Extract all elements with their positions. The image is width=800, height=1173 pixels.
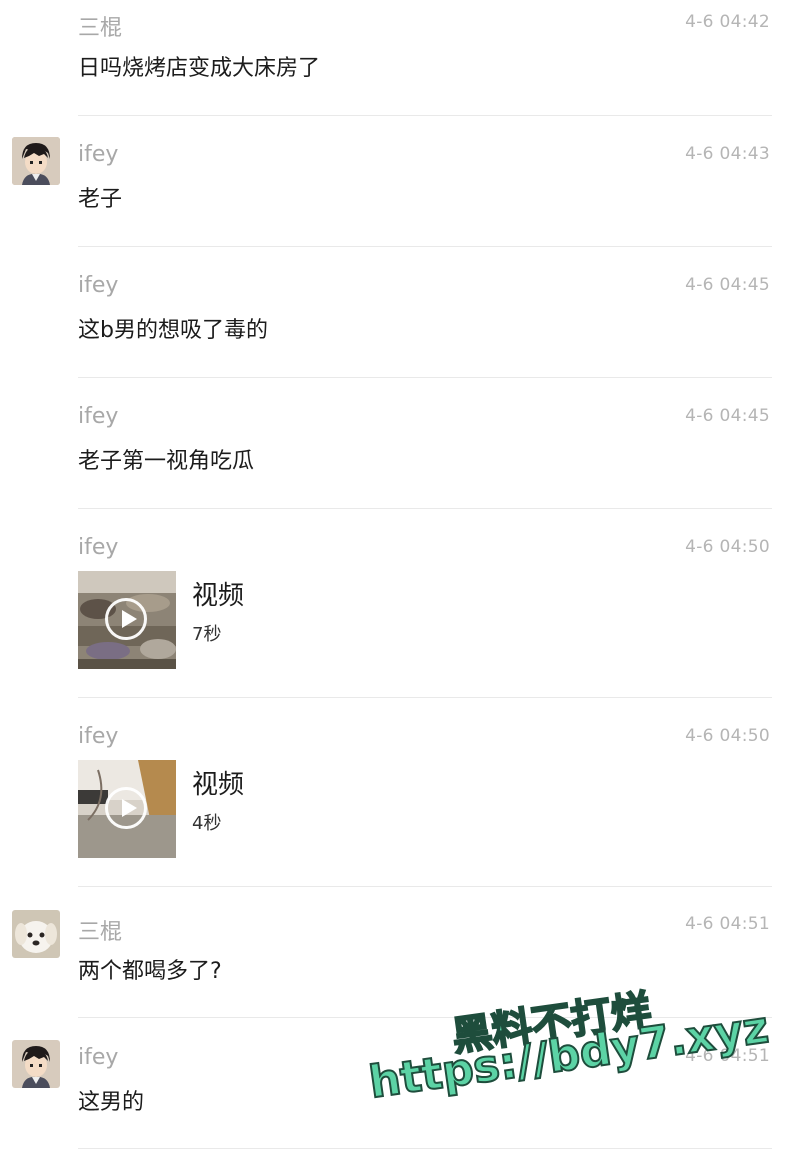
- sender-name[interactable]: ifey: [78, 1045, 118, 1070]
- video-title[interactable]: 视频: [192, 764, 244, 801]
- message-time: 4-6 04:45: [685, 406, 770, 426]
- message-time: 4-6 04:42: [685, 12, 770, 32]
- avatar[interactable]: [12, 910, 60, 958]
- video-duration: 4秒: [192, 813, 222, 834]
- video-duration: 7秒: [192, 624, 222, 645]
- divider: [78, 377, 772, 378]
- message-text[interactable]: 老子: [78, 181, 122, 213]
- avatar[interactable]: [12, 1040, 60, 1088]
- dog-avatar-icon: [12, 910, 60, 958]
- sender-name[interactable]: ifey: [78, 724, 118, 749]
- divider: [78, 697, 772, 698]
- sender-name[interactable]: 三棍: [78, 914, 122, 946]
- sender-name[interactable]: 三棍: [78, 10, 122, 42]
- message-text[interactable]: 日吗烧烤店变成大床房了: [78, 50, 320, 82]
- message-time: 4-6 04:51: [685, 914, 770, 934]
- sender-name[interactable]: ifey: [78, 273, 118, 298]
- play-circle-icon[interactable]: [105, 787, 147, 829]
- sender-name[interactable]: ifey: [78, 404, 118, 429]
- anime-boy-avatar-icon: [12, 137, 60, 185]
- play-circle-icon[interactable]: [105, 598, 147, 640]
- message-text[interactable]: 这男的: [78, 1084, 144, 1116]
- divider: [78, 246, 772, 247]
- message-text[interactable]: 这b男的想吸了毒的: [78, 312, 268, 344]
- anime-boy-avatar-icon: [12, 1040, 60, 1088]
- divider: [78, 886, 772, 887]
- message-time: 4-6 04:50: [685, 726, 770, 746]
- divider: [78, 115, 772, 116]
- message-time: 4-6 04:50: [685, 537, 770, 557]
- avatar[interactable]: [12, 137, 60, 185]
- message-text[interactable]: 老子第一视角吃瓜: [78, 443, 254, 475]
- divider: [78, 1148, 772, 1149]
- video-thumbnail[interactable]: [78, 760, 176, 858]
- sender-name[interactable]: ifey: [78, 535, 118, 560]
- message-time: 4-6 04:43: [685, 144, 770, 164]
- message-time: 4-6 04:45: [685, 275, 770, 295]
- message-text[interactable]: 两个都喝多了?: [78, 953, 222, 985]
- video-title[interactable]: 视频: [192, 575, 244, 612]
- sender-name[interactable]: ifey: [78, 142, 118, 167]
- video-thumbnail[interactable]: [78, 571, 176, 669]
- divider: [78, 508, 772, 509]
